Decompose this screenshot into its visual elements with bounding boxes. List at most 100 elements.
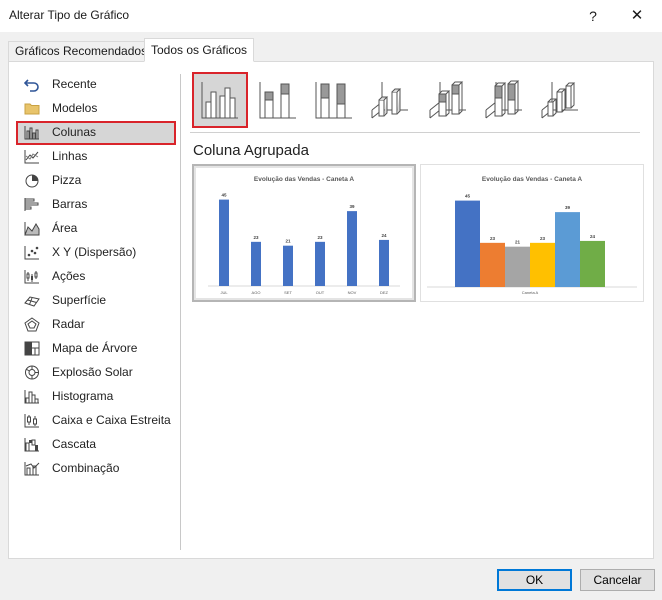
scatter-chart-icon [24,246,39,260]
sidebar-item-label: Ações [52,269,86,283]
sidebar-item-barras[interactable]: Barras [16,193,176,217]
subtype-clustered-column[interactable] [192,72,248,128]
data-label: 23 [540,236,546,241]
chart-title: Evolução das Vendas - Caneta A [482,176,582,183]
3d-100-stacked-column-icon [485,80,522,119]
100-stacked-column-icon [315,82,352,119]
subtype-100-stacked-column[interactable] [306,72,362,128]
treemap-icon [24,341,40,356]
sidebar-item-explosao-solar[interactable]: Explosão Solar [16,361,176,385]
chart-preview-series-by-rows[interactable]: Evolução das Vendas - Caneta A 45 JUL 23 AG… [192,164,416,302]
sidebar-item-label: Explosão Solar [52,365,133,379]
combo-chart-icon [24,462,40,476]
3d-column-icon [541,82,578,119]
bar [251,241,261,286]
tick-label: Caneta A [522,290,539,295]
sidebar-item-mapa-arvore[interactable]: Mapa de Árvore [16,337,176,361]
tick-label: AGO [252,290,261,295]
sidebar-item-label: Colunas [52,125,97,139]
data-label: 21 [515,240,521,245]
data-label: 39 [565,205,571,210]
stock-chart-icon [24,270,39,284]
subtype-3d-column[interactable] [532,72,588,128]
sidebar-item-recente[interactable]: Recente [16,73,176,97]
tick-label: SET [284,290,292,295]
chart-preview-2: Evolução das Vendas - Caneta A 45 23 21 23 3… [427,176,637,295]
ok-button[interactable]: OK [497,569,572,591]
undo-icon [24,79,39,92]
help-button[interactable]: ? [583,6,603,26]
tab-all-charts[interactable]: Todos os Gráficos [144,38,255,62]
sidebar-item-label: X Y (Dispersão) [52,245,137,259]
bar-chart-icon [24,198,39,211]
sidebar-item-acoes[interactable]: Ações [16,265,176,289]
sidebar-item-label: Mapa de Árvore [52,341,138,355]
sidebar-item-label: Combinação [52,461,120,475]
sidebar-item-colunas[interactable]: Colunas [16,121,176,145]
waterfall-icon [24,438,39,452]
subtype-stacked-column[interactable] [250,72,306,128]
sidebar-item-label: Modelos [52,101,98,115]
folder-icon [24,103,40,115]
bar [315,241,325,286]
bar [283,245,293,286]
bar [505,246,530,287]
radar-chart-icon [24,317,40,332]
close-button[interactable]: ✕ [627,6,647,26]
sidebar-item-label: Área [52,221,78,235]
line-chart-icon [24,150,39,164]
sidebar-item-cascata[interactable]: Cascata [16,433,176,457]
sidebar-item-dispersao[interactable]: X Y (Dispersão) [16,241,176,265]
vertical-divider [180,74,181,550]
title-bar: Alterar Tipo de Gráfico ? ✕ [0,0,662,32]
sidebar-item-label: Cascata [52,437,97,451]
data-label: 39 [349,204,355,209]
tick-label: DEZ [380,290,389,295]
chart-title: Evolução das Vendas - Caneta A [254,176,354,183]
sidebar-item-label: Barras [52,197,88,211]
data-label: 23 [490,236,496,241]
surface-chart-icon [24,296,40,307]
sidebar-item-caixa[interactable]: Caixa e Caixa Estreita [16,409,176,433]
tick-label: NOV [348,290,357,295]
subtype-3d-clustered-column[interactable] [362,72,418,128]
tab-recommended-charts[interactable]: Gráficos Recomendados [8,41,155,62]
subtype-3d-100-stacked-column[interactable] [476,72,532,128]
sunburst-icon [25,365,39,380]
histogram-icon [24,390,39,404]
sidebar-item-area[interactable]: Área [16,217,176,241]
sidebar-item-superficie[interactable]: Superfície [16,289,176,313]
sidebar-item-linhas[interactable]: Linhas [16,145,176,169]
tick-label: JUL [220,290,228,295]
chart-type-list: Recente Modelos Colunas Linhas Pizza Bar… [16,73,176,481]
subtype-3d-stacked-column[interactable] [420,72,476,128]
data-label: 24 [381,233,387,238]
sidebar-item-histograma[interactable]: Histograma [16,385,176,409]
data-label: 45 [465,194,471,199]
data-label: 23 [253,235,259,240]
pie-chart-icon [25,174,39,188]
bar [480,242,505,287]
sidebar-item-radar[interactable]: Radar [16,313,176,337]
chart-subtype-heading: Coluna Agrupada [193,142,309,159]
cancel-button[interactable]: Cancelar [580,569,655,591]
data-label: 23 [317,235,323,240]
subtype-divider [190,132,640,133]
bar [455,200,480,287]
sidebar-item-pizza[interactable]: Pizza [16,169,176,193]
tick-label: OUT [316,290,325,295]
sidebar-item-label: Radar [52,317,85,331]
bar [379,239,389,286]
data-label: 45 [221,193,227,198]
data-label: 24 [590,234,596,239]
box-whisker-icon [24,414,39,428]
chart-preview-series-by-columns[interactable]: Evolução das Vendas - Caneta A 45 23 21 23 3… [420,164,644,302]
bar [530,242,555,287]
column-chart-icon [24,126,39,140]
sidebar-item-combinacao[interactable]: Combinação [16,457,176,481]
sidebar-item-label: Superfície [52,293,107,307]
3d-clustered-column-icon [371,82,408,119]
clustered-column-icon [201,82,238,119]
sidebar-item-label: Caixa e Caixa Estreita [52,413,171,427]
sidebar-item-modelos[interactable]: Modelos [16,97,176,121]
